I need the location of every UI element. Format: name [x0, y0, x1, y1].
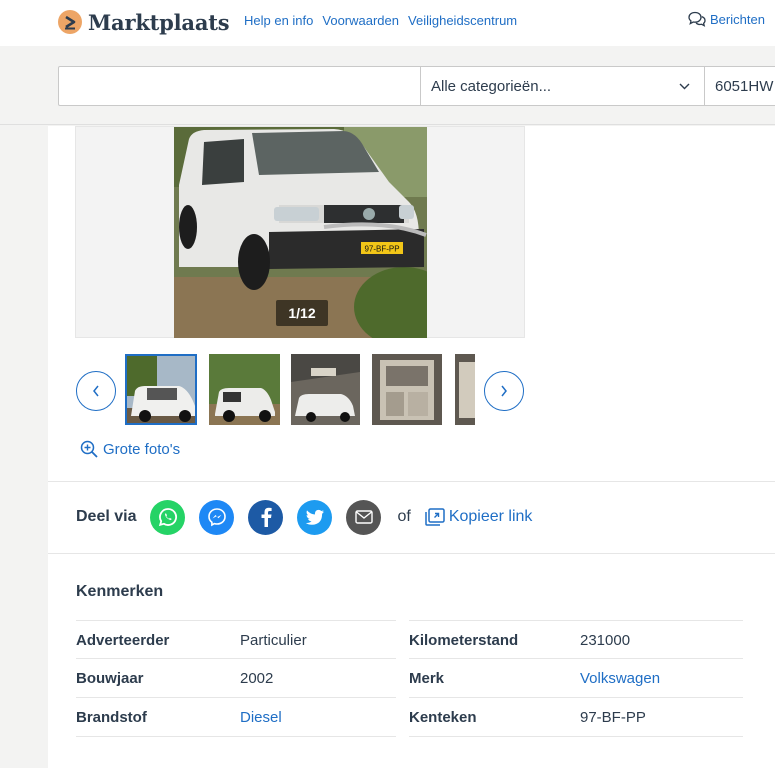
- specs-table-right: Kilometerstand 231000 Merk Volkswagen Ke…: [409, 620, 743, 737]
- spec-key: Kilometerstand: [409, 632, 519, 649]
- spec-row: Brandstof Diesel: [76, 698, 396, 737]
- spec-key: Bouwjaar: [76, 670, 144, 687]
- category-select[interactable]: Alle categorieën...: [421, 66, 705, 106]
- thumbnail[interactable]: [455, 354, 475, 425]
- logo-text: Marktplaats: [88, 9, 230, 35]
- messages-label: Berichten: [710, 11, 765, 27]
- facebook-icon: [261, 507, 272, 527]
- section-divider: [48, 481, 775, 482]
- chat-bubbles-icon: [688, 11, 706, 27]
- thumbnail[interactable]: [291, 354, 360, 425]
- brand-link[interactable]: Volkswagen: [580, 670, 660, 687]
- share-whatsapp-button[interactable]: [150, 499, 186, 535]
- share-label: Deel via: [76, 508, 137, 525]
- email-icon: [355, 510, 373, 524]
- share-email-button[interactable]: [346, 499, 382, 535]
- chevron-left-icon: [93, 385, 99, 397]
- messages-link[interactable]: Berichten: [688, 11, 765, 27]
- specs-title: Kenmerken: [76, 583, 164, 600]
- spec-value: 231000: [580, 632, 631, 649]
- thumbnails-next-button[interactable]: [484, 371, 524, 411]
- share-facebook-button[interactable]: [248, 499, 284, 535]
- thumbnail[interactable]: [372, 354, 442, 425]
- postcode-input[interactable]: 6051HW: [705, 66, 775, 106]
- photo-counter: 1/12: [276, 300, 328, 326]
- copy-link-label: Kopieer link: [448, 508, 533, 525]
- category-select-value: Alle categorieën...: [431, 78, 552, 95]
- specs-table-left: Adverteerder Particulier Bouwjaar 2002 B…: [76, 620, 396, 737]
- chevron-right-icon: [501, 385, 507, 397]
- spec-key: Merk: [409, 670, 445, 687]
- spec-row: Merk Volkswagen: [409, 659, 743, 698]
- messenger-icon: [208, 508, 226, 527]
- copy-link-icon: [425, 508, 445, 526]
- search-bar: Alle categorieën... 6051HW: [0, 46, 775, 125]
- large-photos-label: Grote foto's: [103, 440, 181, 458]
- chevron-down-icon: [679, 83, 690, 90]
- copy-link-button[interactable]: Kopieer link: [425, 508, 533, 526]
- spec-row: Kilometerstand 231000: [409, 620, 743, 659]
- share-messenger-button[interactable]: [199, 499, 235, 535]
- marktplaats-logo[interactable]: Marktplaats: [58, 8, 230, 36]
- header-links: Help en info Voorwaarden Veiligheidscent…: [244, 13, 526, 28]
- thumbnail[interactable]: [125, 354, 197, 425]
- spec-value: 2002: [240, 670, 274, 687]
- spec-row: Adverteerder Particulier: [76, 620, 396, 659]
- spec-key: Kenteken: [409, 709, 477, 726]
- help-link[interactable]: Help en info: [244, 13, 313, 28]
- zoom-in-icon: [80, 440, 98, 458]
- twitter-icon: [305, 509, 324, 525]
- spec-row: Bouwjaar 2002: [76, 659, 396, 698]
- search-input[interactable]: [58, 66, 421, 106]
- spec-key: Brandstof: [76, 709, 147, 726]
- terms-link[interactable]: Voorwaarden: [322, 13, 399, 28]
- logo-mark-icon: [58, 10, 82, 34]
- license-plate: 97-BF-PP: [364, 245, 399, 254]
- spec-value: Particulier: [240, 632, 307, 649]
- spec-key: Adverteerder: [76, 632, 170, 649]
- whatsapp-icon: [158, 508, 177, 527]
- spec-value: 97-BF-PP: [580, 709, 646, 726]
- thumbnail[interactable]: [209, 354, 280, 425]
- safety-link[interactable]: Veiligheidscentrum: [408, 13, 517, 28]
- thumbnails-prev-button[interactable]: [76, 371, 116, 411]
- share-row: Deel via of Kopieer link: [76, 498, 532, 536]
- section-divider: [48, 553, 775, 554]
- top-bar: Marktplaats Help en info Voorwaarden Vei…: [0, 0, 775, 46]
- share-or-label: of: [397, 508, 411, 525]
- fuel-type-link[interactable]: Diesel: [240, 709, 282, 726]
- large-photos-link[interactable]: Grote foto's: [80, 440, 180, 458]
- share-twitter-button[interactable]: [297, 499, 333, 535]
- spec-row: Kenteken 97-BF-PP: [409, 698, 743, 737]
